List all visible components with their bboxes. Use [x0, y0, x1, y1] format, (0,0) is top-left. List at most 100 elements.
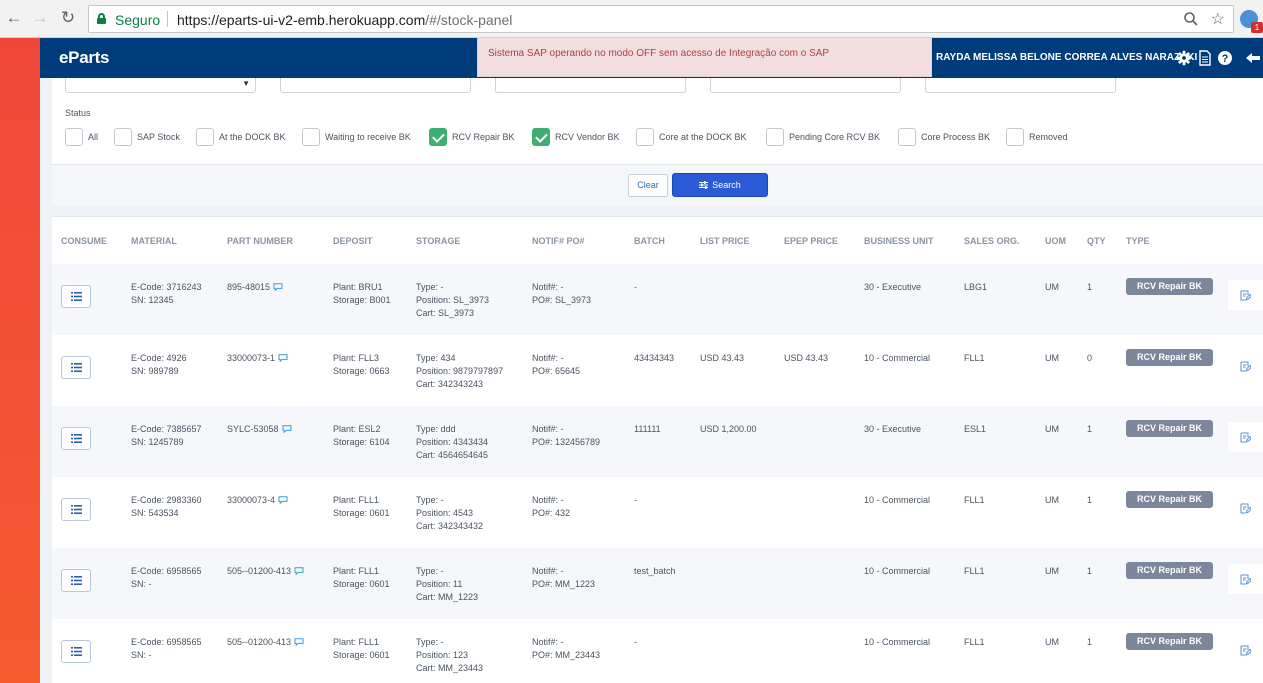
gear-icon[interactable] [1176, 50, 1192, 66]
checkbox-box[interactable] [302, 128, 320, 146]
url-text[interactable]: https://eparts-ui-v2-emb.herokuapp.com/#… [177, 12, 512, 28]
filter-input[interactable] [710, 78, 901, 93]
storage-position: Position: 11 [416, 579, 463, 589]
edit-button[interactable] [1228, 564, 1263, 594]
storage-position: Position: 9879797897 [416, 366, 504, 376]
browser-toolbar: ← → ↻ Seguro https://eparts-ui-v2-emb.he… [0, 0, 1263, 38]
edit-button[interactable] [1228, 422, 1263, 452]
search-button[interactable]: Search [672, 173, 768, 197]
part-number[interactable]: 505--01200-413 [227, 637, 291, 647]
column-header: TYPE [1126, 236, 1150, 246]
comment-icon[interactable] [278, 354, 288, 362]
comment-icon[interactable] [278, 496, 288, 504]
batch: test_batch [634, 566, 676, 576]
deposit-storage: Storage: 0663 [333, 366, 390, 376]
checkbox-box[interactable] [1006, 128, 1024, 146]
column-header: NOTIF# PO# [532, 236, 585, 246]
user-name[interactable]: RAYDA MELISSA BELONE CORREA ALVES NARAZA… [936, 52, 1197, 63]
edit-button[interactable] [1228, 351, 1263, 381]
list-icon [71, 576, 82, 585]
part-number[interactable]: 895-48015 [227, 282, 270, 292]
logout-icon[interactable] [1245, 50, 1261, 66]
status-checkbox-label: Core Process BK [921, 132, 991, 142]
column-header: MATERIAL [131, 236, 177, 246]
column-header: SALES ORG. [964, 236, 1020, 246]
filter-input[interactable] [495, 78, 686, 93]
consume-button[interactable] [61, 427, 91, 450]
column-header: UOM [1045, 236, 1066, 246]
back-arrow-icon[interactable]: ← [4, 8, 24, 28]
deposit-plant: Plant: ESL2 [333, 424, 381, 434]
storage-cart: Cart: 342343243 [416, 379, 484, 389]
list-icon [71, 363, 82, 372]
storage-cart: Cart: MM_23443 [416, 663, 484, 673]
part-number-cell: 505--01200-413 [227, 636, 304, 649]
list-icon [71, 434, 82, 443]
checkbox-box[interactable] [532, 128, 550, 146]
type-badge: RCV Repair BK [1126, 491, 1213, 508]
storage-type: Type: 434 [416, 353, 456, 363]
document-icon[interactable] [1197, 50, 1213, 66]
lock-icon [97, 13, 106, 24]
comment-icon[interactable] [294, 638, 304, 646]
edit-button[interactable] [1228, 280, 1263, 310]
filter-select[interactable]: ▼ [65, 78, 256, 93]
part-number[interactable]: SYLC-53058 [227, 424, 279, 434]
business-unit: 10 - Commercial [864, 353, 931, 363]
checkbox-box[interactable] [429, 128, 447, 146]
consume-button[interactable] [61, 498, 91, 521]
filter-input[interactable] [280, 78, 471, 93]
comment-icon[interactable] [294, 567, 304, 575]
material-sn: SN: - [131, 650, 152, 660]
comment-icon[interactable] [273, 283, 283, 291]
checkbox-box[interactable] [196, 128, 214, 146]
column-header: QTY [1087, 236, 1106, 246]
part-number-cell: 505--01200-413 [227, 565, 304, 578]
help-icon[interactable]: ? [1217, 50, 1233, 66]
storage-type: Type: ddd [416, 424, 456, 434]
column-header: LIST PRICE [700, 236, 750, 246]
po-number: PO#: 65645 [532, 366, 581, 376]
po-number: PO#: MM_1223 [532, 579, 596, 589]
part-number[interactable]: 505--01200-413 [227, 566, 291, 576]
storage-type: Type: - [416, 637, 444, 647]
edit-icon [1240, 574, 1251, 585]
consume-button[interactable] [61, 640, 91, 663]
comment-icon[interactable] [282, 425, 292, 433]
type-badge: RCV Repair BK [1126, 633, 1213, 650]
part-number[interactable]: 33000073-1 [227, 353, 275, 363]
edit-button[interactable] [1228, 635, 1263, 665]
filter-input[interactable] [925, 78, 1116, 93]
checkbox-box[interactable] [65, 128, 83, 146]
deposit-storage: Storage: 0601 [333, 508, 390, 518]
uom: UM [1045, 566, 1059, 576]
reload-icon[interactable]: ↻ [58, 8, 78, 28]
address-bar[interactable]: Seguro https://eparts-ui-v2-emb.herokuap… [88, 5, 1234, 33]
forward-arrow-icon[interactable]: → [30, 8, 50, 28]
column-header: PART NUMBER [227, 236, 293, 246]
clear-button[interactable]: Clear [628, 174, 668, 197]
storage-type: Type: - [416, 566, 444, 576]
bookmark-star-icon[interactable]: ☆ [1211, 9, 1225, 29]
uom: UM [1045, 282, 1059, 292]
checkbox-box[interactable] [114, 128, 132, 146]
column-header: CONSUME [61, 236, 108, 246]
consume-button[interactable] [61, 285, 91, 308]
notif-number: Notif#: - [532, 637, 564, 647]
qty: 1 [1087, 566, 1093, 576]
zoom-icon[interactable] [1183, 11, 1199, 27]
part-number[interactable]: 33000073-4 [227, 495, 275, 505]
checkbox-box[interactable] [636, 128, 654, 146]
sales-org: LBG1 [964, 282, 988, 292]
material-ecode: E-Code: 2983360 [131, 495, 202, 505]
storage-cart: Cart: MM_1223 [416, 592, 479, 602]
app-logo[interactable]: eParts [59, 48, 109, 68]
notif-number: Notif#: - [532, 353, 564, 363]
material-sn: SN: 12345 [131, 295, 174, 305]
edit-button[interactable] [1228, 493, 1263, 523]
checkbox-box[interactable] [898, 128, 916, 146]
consume-button[interactable] [61, 569, 91, 592]
checkbox-box[interactable] [766, 128, 784, 146]
business-unit: 30 - Executive [864, 424, 922, 434]
consume-button[interactable] [61, 356, 91, 379]
